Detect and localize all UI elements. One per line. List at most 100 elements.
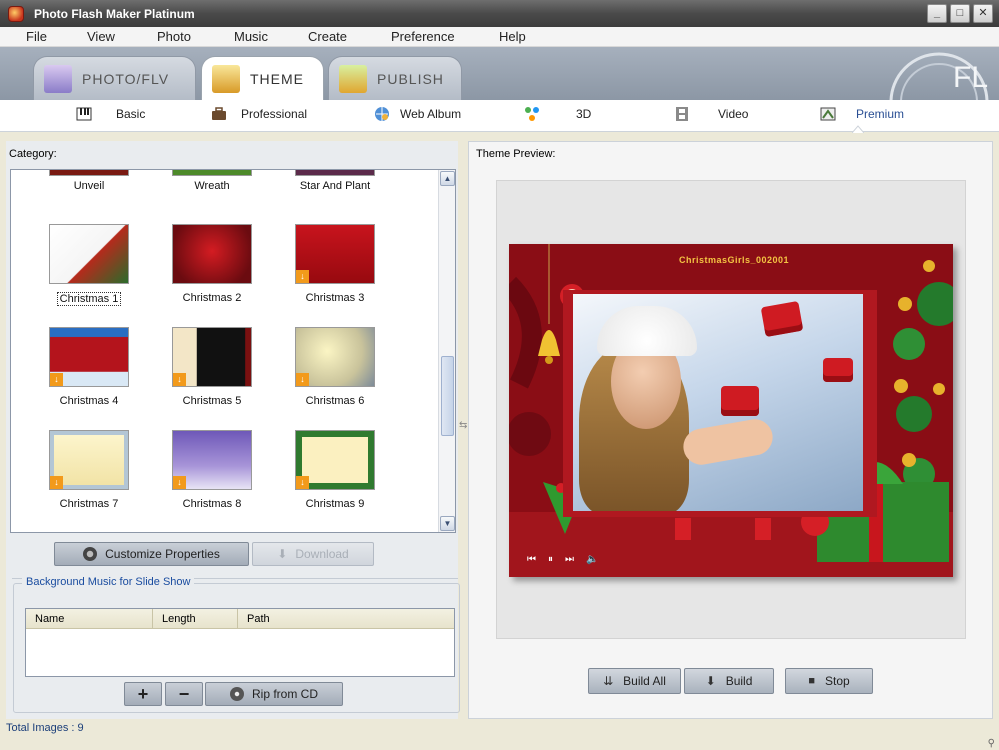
theme-christmas-7[interactable]: ↓ Christmas 7 [39, 430, 139, 510]
status-bar: Total Images : 9 [0, 722, 999, 750]
tab-publish[interactable]: PUBLISH [328, 56, 462, 100]
tab-photo-flv-label: PHOTO/FLV [82, 70, 170, 87]
menu-preference[interactable]: Preference [391, 29, 455, 44]
column-path[interactable]: Path [238, 609, 454, 629]
column-name[interactable]: Name [26, 609, 153, 629]
rip-from-cd-button[interactable]: Rip from CD [205, 682, 343, 706]
build-all-button[interactable]: ⇊ Build All [588, 668, 681, 694]
subtab-basic[interactable]: Basic [76, 106, 145, 122]
preview-area: ChristmasGirls_002001 ⏮ ⏸ ⏭ 🔈 [496, 180, 966, 639]
subtab-web-album[interactable]: Web Album [374, 106, 461, 122]
add-music-button[interactable]: + [124, 682, 162, 706]
theme-christmas-1[interactable]: Christmas 1 [39, 224, 139, 306]
panel-splitter-icon[interactable]: ⇆ [459, 420, 467, 431]
theme-christmas-5[interactable]: ↓ Christmas 5 [162, 327, 262, 407]
download-button[interactable]: ⬇ Download [252, 542, 374, 566]
download-badge-icon: ↓ [296, 476, 309, 489]
download-badge-icon: ↓ [50, 476, 63, 489]
next-icon[interactable]: ⏭ [565, 554, 574, 565]
piano-icon [76, 107, 92, 121]
theme-christmas-6[interactable]: ↓ Christmas 6 [285, 327, 385, 407]
menu-view[interactable]: View [87, 29, 115, 44]
tab-theme[interactable]: THEME [201, 56, 324, 100]
theme-caption: Christmas 7 [59, 498, 119, 510]
menu-help[interactable]: Help [499, 29, 526, 44]
maximize-button[interactable]: □ [950, 4, 970, 23]
brand-text: FL [953, 61, 988, 94]
scrollbar-thumb[interactable] [441, 356, 454, 436]
previous-icon[interactable]: ⏮ [527, 554, 536, 565]
music-list-header: Name Length Path [26, 609, 454, 629]
subtab-professional[interactable]: Professional [211, 106, 307, 122]
active-subtab-pointer [852, 125, 864, 133]
download-label: Download [295, 547, 349, 561]
publish-icon [339, 64, 367, 93]
minimize-button[interactable]: _ [927, 4, 947, 23]
stop-label: Stop [824, 674, 850, 688]
plus-icon: + [137, 683, 149, 704]
stop-button[interactable]: ■ Stop [785, 668, 873, 694]
theme-caption: Star And Plant [299, 180, 371, 192]
tab-photo-flv[interactable]: PHOTO/FLV [33, 56, 196, 100]
subtab-web-album-label: Web Album [400, 107, 462, 121]
customize-properties-button[interactable]: Customize Properties [54, 542, 249, 566]
volume-icon[interactable]: 🔈 [586, 554, 598, 565]
subtab-3d[interactable]: 3D [524, 106, 591, 122]
menu-music[interactable]: Music [234, 29, 268, 44]
photo-santa-hat [597, 306, 697, 356]
subtab-video[interactable]: Video [674, 106, 748, 122]
build-all-icon: ⇊ [603, 674, 614, 688]
theme-thumb [172, 224, 252, 284]
download-badge-icon: ↓ [173, 476, 186, 489]
theme-thumb: ↓ [49, 430, 129, 490]
scroll-down-icon[interactable]: ▼ [440, 516, 455, 531]
theme-christmas-2[interactable]: Christmas 2 [162, 224, 262, 304]
theme-wreath[interactable]: Wreath [162, 170, 262, 192]
theme-thumb: ↓ [172, 327, 252, 387]
theme-thumb: ↓ [295, 430, 375, 490]
gift-icon [760, 300, 804, 338]
build-label: Build [725, 674, 753, 688]
brand-logo: FL [889, 52, 989, 100]
theme-unveil[interactable]: Unveil [39, 170, 139, 192]
music-list[interactable]: Name Length Path [25, 608, 455, 677]
menu-photo[interactable]: Photo [157, 29, 191, 44]
download-badge-icon: ↓ [50, 373, 63, 386]
theme-christmas-3[interactable]: ↓ Christmas 3 [285, 224, 385, 304]
build-button[interactable]: ⬇ Build [684, 668, 774, 694]
theme-caption: Christmas 9 [305, 498, 365, 510]
tab-publish-label: PUBLISH [377, 70, 444, 87]
column-length[interactable]: Length [153, 609, 238, 629]
theme-thumb [172, 170, 252, 176]
main-tab-strip: PHOTO/FLV THEME PUBLISH FL [0, 47, 999, 100]
theme-christmas-4[interactable]: ↓ Christmas 4 [39, 327, 139, 407]
resize-grip-icon[interactable]: ⚲ [988, 738, 995, 749]
theme-list-panel: Category: Unveil Wreath Star And Plant C… [6, 141, 460, 719]
build-all-label: Build All [623, 674, 666, 688]
background-music-legend: Background Music for Slide Show [22, 576, 195, 588]
scroll-up-icon[interactable]: ▲ [440, 171, 455, 186]
theme-christmas-8[interactable]: ↓ Christmas 8 [162, 430, 262, 510]
download-badge-icon: ↓ [296, 270, 309, 283]
close-button[interactable]: ✕ [973, 4, 993, 23]
molecule-icon [525, 107, 539, 121]
gear-icon [83, 547, 98, 561]
theme-caption: Unveil [73, 180, 105, 192]
menu-bar: File View Photo Music Create Preference … [0, 27, 999, 47]
briefcase-icon [212, 107, 226, 120]
subtab-video-label: Video [718, 107, 749, 121]
theme-star-and-plant[interactable]: Star And Plant [285, 170, 385, 192]
theme-caption: Wreath [194, 180, 230, 192]
theme-christmas-9[interactable]: ↓ Christmas 9 [285, 430, 385, 510]
preview-stage[interactable]: ChristmasGirls_002001 ⏮ ⏸ ⏭ 🔈 [509, 244, 953, 577]
build-icon: ⬇ [705, 674, 716, 688]
status-total-images: Total Images : 9 [6, 722, 84, 734]
theme-category-tabs: Basic Professional Web Album 3D Video Pr… [0, 100, 999, 133]
remove-music-button[interactable]: − [165, 682, 203, 706]
menu-create[interactable]: Create [308, 29, 347, 44]
theme-grid-scrollbar[interactable]: ▲ ▼ [438, 170, 455, 532]
subtab-premium[interactable]: Premium [820, 106, 904, 122]
theme-thumb: ↓ [295, 224, 375, 284]
pause-icon[interactable]: ⏸ [548, 554, 553, 565]
menu-file[interactable]: File [26, 29, 47, 44]
